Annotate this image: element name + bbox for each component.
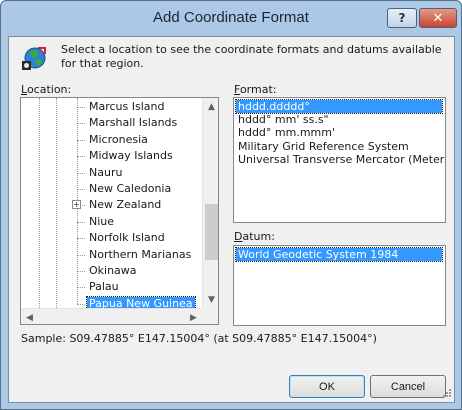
tree-connector-line	[77, 123, 85, 125]
location-tree-item[interactable]: Niue	[87, 215, 116, 229]
tree-connector-line	[77, 221, 85, 223]
format-list-item[interactable]: Military Grid Reference System	[236, 140, 411, 153]
tree-connector-line	[77, 156, 85, 158]
title-bar[interactable]: Add Coordinate Format ? ✕	[1, 1, 461, 37]
globe-icon	[21, 46, 47, 72]
datum-label: Datum:	[234, 230, 275, 243]
scroll-left-icon[interactable]: ◀	[21, 309, 38, 324]
format-label-rest: ormat:	[239, 83, 277, 96]
location-label: Location:	[21, 83, 71, 96]
format-label: Format:	[234, 83, 276, 96]
datum-label-rest: atum:	[242, 230, 275, 243]
tree-connector-line	[77, 238, 85, 240]
tree-connector-line	[77, 254, 85, 256]
dialog-client-area: Select a location to see the coordinate …	[8, 36, 455, 403]
location-tree-item[interactable]: Okinawa	[87, 264, 139, 278]
tree-guide-line	[56, 98, 57, 308]
format-list-item[interactable]: hddd° mm.mmm'	[236, 126, 337, 139]
tree-connector-line	[77, 271, 85, 272]
location-vertical-scrollbar[interactable]: ▲ ▼	[202, 98, 218, 308]
location-tree-item[interactable]: Midway Islands	[87, 149, 175, 163]
scrollbar-corner	[202, 308, 218, 324]
location-horizontal-scrollbar[interactable]: ◀ ▶	[21, 308, 202, 324]
tree-connector-line	[77, 287, 85, 289]
scroll-up-icon[interactable]: ▲	[203, 98, 218, 115]
tree-connector-line	[77, 172, 85, 174]
close-button[interactable]: ✕	[419, 8, 457, 28]
scroll-down-icon[interactable]: ▼	[203, 291, 218, 308]
cancel-button[interactable]: Cancel	[370, 375, 446, 398]
scroll-right-icon[interactable]: ▶	[185, 309, 202, 324]
location-tree-item[interactable]: Micronesia	[87, 133, 150, 147]
format-list[interactable]: hddd.ddddd° hddd° mm' ss.s" hddd° mm.mmm' M…	[233, 97, 446, 223]
location-tree[interactable]: + Marcus Island Marshall Islands Micronesi…	[20, 97, 219, 325]
location-tree-item[interactable]: Marshall Islands	[87, 116, 179, 130]
tree-connector-line	[77, 139, 85, 141]
tree-connector-line	[77, 107, 85, 108]
datum-list[interactable]: World Geodetic System 1984	[233, 245, 446, 326]
location-tree-item[interactable]: New Caledonia	[87, 182, 173, 196]
format-list-item[interactable]: hddd° mm' ss.s"	[236, 113, 331, 126]
location-tree-item[interactable]: Nauru	[87, 166, 124, 180]
datum-list-item[interactable]: World Geodetic System 1984	[235, 247, 443, 262]
sample-text: Sample: S09.47885° E147.15004° (at S09.4…	[21, 332, 377, 345]
location-tree-item[interactable]: Norfolk Island	[87, 231, 167, 245]
location-scroll-thumb[interactable]	[205, 204, 218, 260]
ok-button[interactable]: OK	[289, 375, 365, 398]
location-tree-item[interactable]: Northern Marianas	[87, 248, 193, 262]
intro-text: Select a location to see the coordinate …	[61, 43, 442, 70]
help-button[interactable]: ?	[387, 8, 417, 28]
tree-connector-line	[77, 189, 85, 190]
format-list-item[interactable]: hddd.ddddd°	[235, 99, 443, 114]
resize-grip-icon[interactable]	[440, 388, 452, 400]
location-label-rest: ocation:	[26, 83, 72, 96]
location-tree-item[interactable]: Marcus Island	[87, 100, 167, 114]
location-tree-item[interactable]: New Zealand	[87, 198, 163, 212]
tree-connector-line	[77, 303, 85, 305]
format-list-item[interactable]: Universal Transverse Mercator (Meters)	[236, 153, 445, 166]
tree-guide-line	[39, 98, 40, 308]
dialog-window: Add Coordinate Format ? ✕ Select a locat…	[0, 0, 462, 410]
expand-plus-icon[interactable]: +	[72, 200, 81, 210]
location-tree-item[interactable]: Palau	[87, 280, 121, 294]
